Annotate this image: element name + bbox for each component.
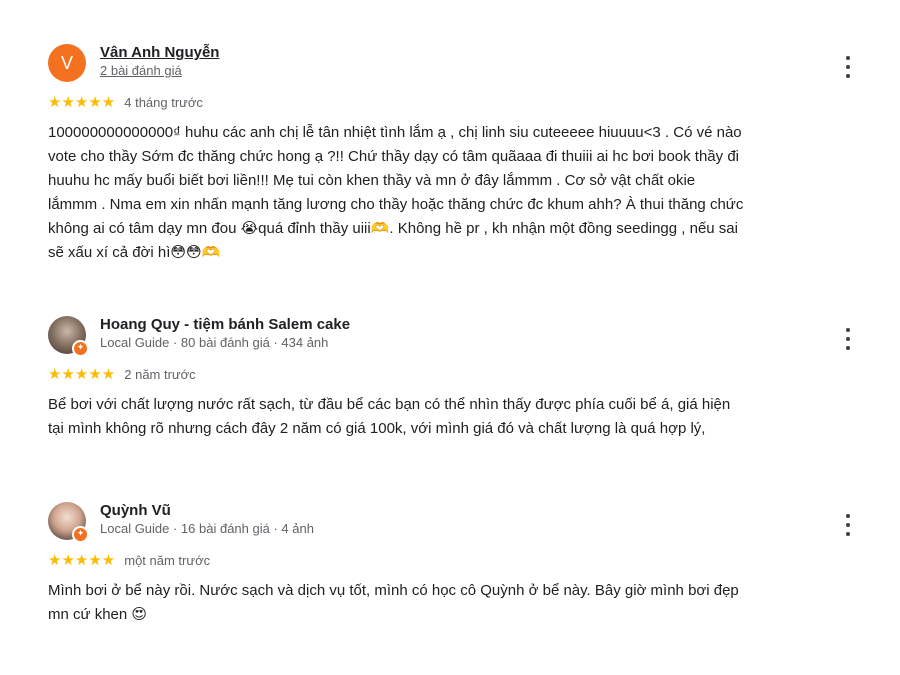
review-card: V Vân Anh Nguyễn 2 bài đánh giá ★★★★★ 4 … bbox=[48, 44, 850, 265]
review-time: một năm trước bbox=[124, 552, 211, 568]
review-text: 100000000000000₫ huhu các anh chị lễ tân… bbox=[48, 124, 744, 261]
more-options-icon[interactable] bbox=[838, 54, 858, 80]
review-header: V Vân Anh Nguyễn 2 bài đánh giá bbox=[48, 44, 850, 82]
author-review-count[interactable]: 2 bài đánh giá bbox=[100, 62, 219, 79]
more-options-icon[interactable] bbox=[838, 326, 858, 352]
author-meta[interactable]: Local Guide · 80 bài đánh giá · 434 ảnh bbox=[100, 334, 350, 351]
author-name[interactable]: Hoang Quy - tiệm bánh Salem cake bbox=[100, 316, 350, 334]
author-name[interactable]: Vân Anh Nguyễn bbox=[100, 44, 219, 62]
more-options-icon[interactable] bbox=[838, 512, 858, 538]
review-time: 2 năm trước bbox=[124, 366, 196, 382]
author-name[interactable]: Quỳnh Vũ bbox=[100, 502, 314, 520]
rating-row: ★★★★★ 4 tháng trước bbox=[48, 93, 828, 111]
avatar[interactable]: ✦ bbox=[48, 502, 89, 543]
local-guide-badge-icon: ✦ bbox=[72, 340, 89, 357]
rating-row: ★★★★★ 2 năm trước bbox=[48, 365, 828, 383]
review-header: ✦ Hoang Quy - tiệm bánh Salem cake Local… bbox=[48, 316, 850, 357]
avatar[interactable]: V bbox=[48, 44, 86, 82]
star-rating: ★★★★★ bbox=[48, 93, 116, 111]
review-text: Mình bơi ở bể này rồi. Nước sạch và dịch… bbox=[48, 582, 739, 623]
author-info: Quỳnh Vũ Local Guide · 16 bài đánh giá ·… bbox=[100, 502, 314, 537]
author-info: Hoang Quy - tiệm bánh Salem cake Local G… bbox=[100, 316, 350, 351]
review-time: 4 tháng trước bbox=[124, 94, 203, 110]
star-rating: ★★★★★ bbox=[48, 551, 116, 569]
review-card: ✦ Quỳnh Vũ Local Guide · 16 bài đánh giá… bbox=[48, 502, 850, 627]
local-guide-badge-icon: ✦ bbox=[72, 526, 89, 543]
author-meta[interactable]: Local Guide · 16 bài đánh giá · 4 ảnh bbox=[100, 520, 314, 537]
avatar[interactable]: ✦ bbox=[48, 316, 89, 357]
author-info: Vân Anh Nguyễn 2 bài đánh giá bbox=[100, 44, 219, 79]
rating-row: ★★★★★ một năm trước bbox=[48, 551, 828, 569]
star-rating: ★★★★★ bbox=[48, 365, 116, 383]
review-header: ✦ Quỳnh Vũ Local Guide · 16 bài đánh giá… bbox=[48, 502, 850, 543]
review-text: Bể bơi với chất lượng nước rất sạch, từ … bbox=[48, 396, 731, 437]
review-card: ✦ Hoang Quy - tiệm bánh Salem cake Local… bbox=[48, 316, 850, 441]
